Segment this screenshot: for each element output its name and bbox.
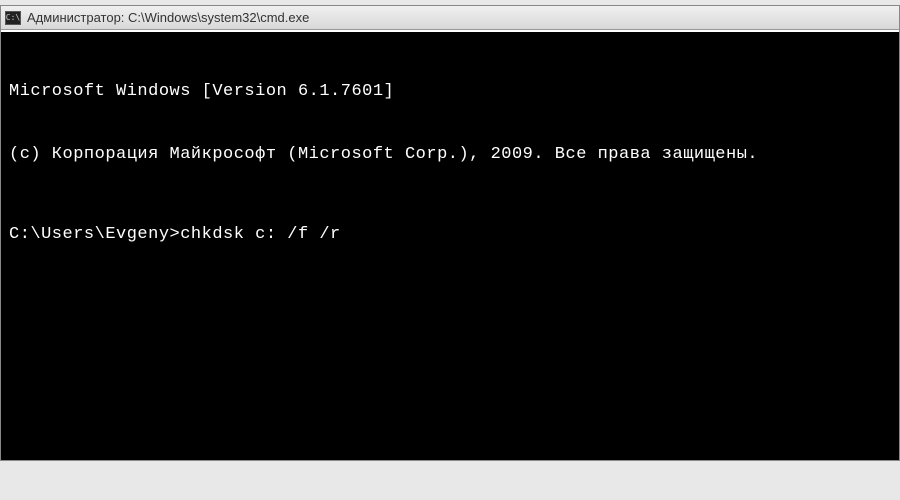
prompt-line: C:\Users\Evgeny>chkdsk c: /f /r xyxy=(9,224,891,245)
console-output[interactable]: Microsoft Windows [Version 6.1.7601] (c)… xyxy=(1,30,899,460)
cmd-icon: C:\ xyxy=(5,11,21,25)
window-title: Администратор: C:\Windows\system32\cmd.e… xyxy=(27,10,895,25)
prompt-text: C:\Users\Evgeny> xyxy=(9,225,180,244)
version-line: Microsoft Windows [Version 6.1.7601] xyxy=(9,81,891,102)
cmd-window: C:\ Администратор: C:\Windows\system32\c… xyxy=(0,5,900,461)
command-input[interactable]: chkdsk c: /f /r xyxy=(180,225,341,244)
titlebar[interactable]: C:\ Администратор: C:\Windows\system32\c… xyxy=(1,6,899,30)
copyright-line: (c) Корпорация Майкрософт (Microsoft Cor… xyxy=(9,144,891,165)
